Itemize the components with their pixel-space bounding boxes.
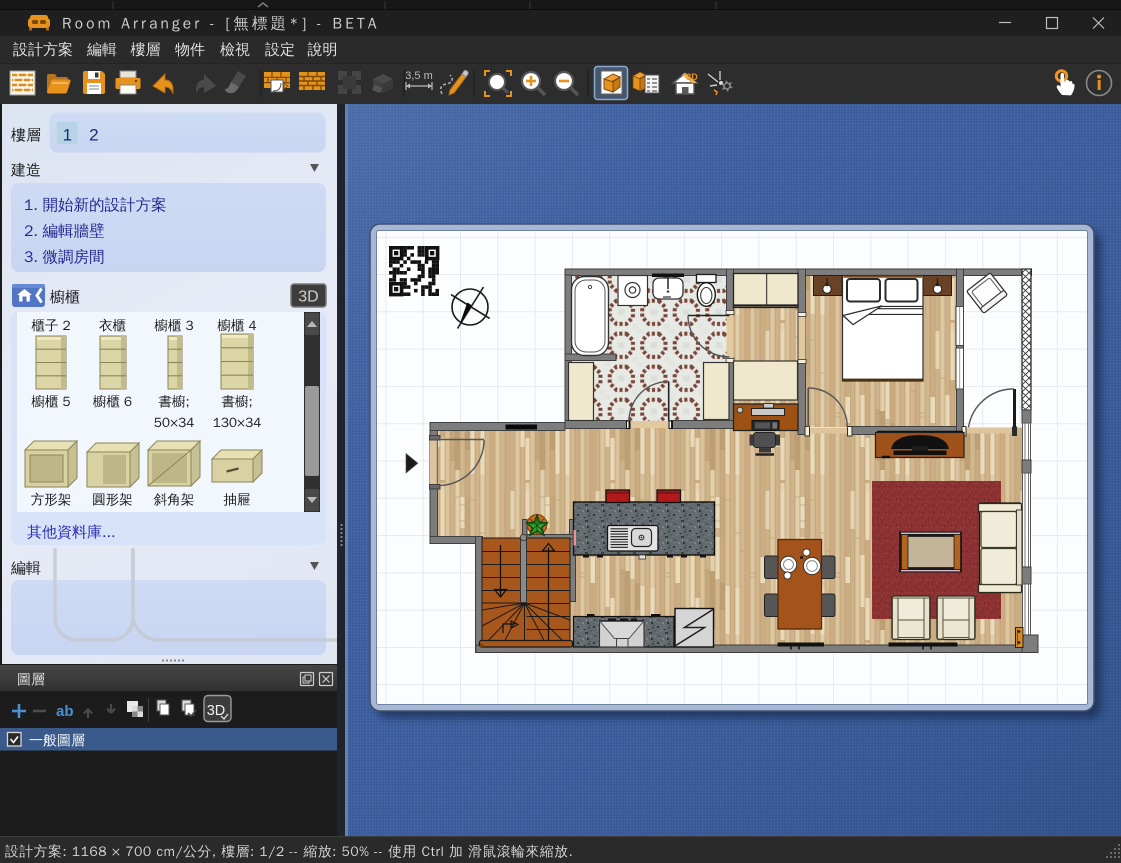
- svg-text:3D: 3D: [298, 289, 318, 306]
- svg-text:ab: ab: [56, 703, 74, 720]
- svg-text:3D: 3D: [686, 72, 698, 82]
- svg-text:2: 2: [89, 126, 98, 145]
- svg-text:3,5 m: 3,5 m: [405, 70, 433, 82]
- svg-text:1: 1: [63, 126, 72, 145]
